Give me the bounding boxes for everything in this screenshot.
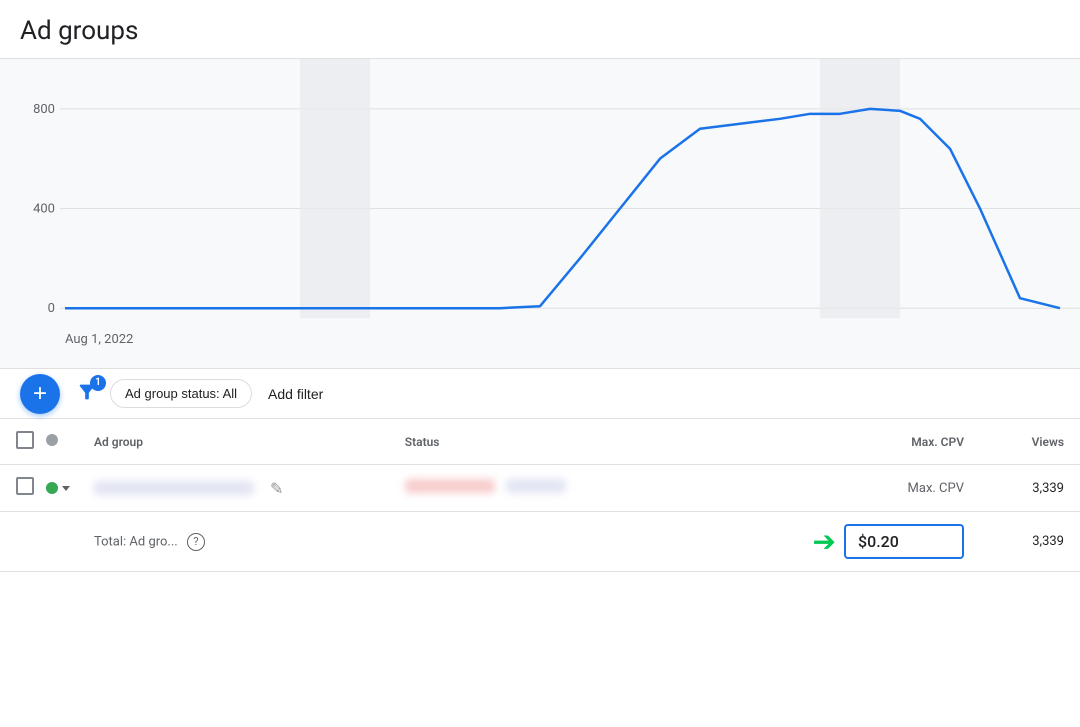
th-views: Views [980, 419, 1080, 465]
table-header-row: Ad group Status Max. CPV Views [0, 419, 1080, 465]
filter-bar: + 1 Ad group status: All Add filter [0, 369, 1080, 419]
svg-text:800: 800 [33, 102, 55, 117]
header-checkbox[interactable] [16, 431, 34, 449]
row-checkbox[interactable] [16, 477, 34, 495]
svg-text:0: 0 [48, 301, 55, 316]
fab-add-button[interactable]: + [20, 374, 60, 414]
header-dot-icon [46, 434, 58, 446]
td-views: 3,339 [980, 465, 1080, 512]
total-td-max-cpv: ➔ $0.20 [660, 512, 980, 572]
ad-group-name-blurred [94, 481, 254, 495]
th-dot [42, 419, 78, 465]
filter-badge: 1 [90, 375, 106, 391]
status-blurred [405, 479, 495, 493]
data-table: Ad group Status Max. CPV Views [0, 419, 1080, 572]
th-max-cpv: Max. CPV [660, 419, 980, 465]
total-td-status [389, 512, 660, 572]
table-wrapper: Ad group Status Max. CPV Views [0, 419, 1080, 572]
status-dropdown[interactable] [46, 482, 74, 494]
green-arrow-icon: ➔ [813, 525, 836, 558]
ad-group-cell: ✎ [94, 479, 373, 498]
total-td-check [0, 512, 42, 572]
svg-text:400: 400 [33, 202, 55, 217]
page-title: Ad groups [20, 16, 1060, 46]
td-status-dot [42, 465, 78, 512]
chart-svg: 800 400 0 Aug 1, 2022 [0, 59, 1080, 368]
td-max-cpv-label: Max. CPV [660, 465, 980, 512]
page-header: Ad groups [0, 0, 1080, 59]
filter-icon-wrap[interactable]: 1 [76, 381, 98, 407]
arrow-wrap: ➔ $0.20 [676, 524, 964, 559]
max-cpv-label: Max. CPV [908, 481, 964, 496]
td-status [389, 465, 660, 512]
chevron-down-icon [62, 486, 70, 491]
td-ad-group: ✎ [78, 465, 389, 512]
add-filter-button[interactable]: Add filter [264, 380, 327, 408]
th-ad-group: Ad group [78, 419, 389, 465]
total-td-dot [42, 512, 78, 572]
chart-area: 800 400 0 Aug 1, 2022 [0, 59, 1080, 369]
table-row: ✎ Max. CPV 3,339 [0, 465, 1080, 512]
green-dot-icon [46, 482, 58, 494]
help-icon[interactable]: ? [187, 533, 205, 551]
th-checkbox [0, 419, 42, 465]
svg-text:Aug 1, 2022: Aug 1, 2022 [65, 332, 133, 347]
total-td-label: Total: Ad gro... ? [78, 512, 389, 572]
highlighted-value[interactable]: $0.20 [844, 524, 964, 559]
total-td-views: 3,339 [980, 512, 1080, 572]
edit-icon[interactable]: ✎ [270, 479, 283, 498]
total-row: Total: Ad gro... ? ➔ $0.20 3,339 [0, 512, 1080, 572]
total-label: Total: Ad gro... [94, 534, 178, 549]
th-status: Status [389, 419, 660, 465]
status-blurred-2 [506, 479, 566, 493]
ad-group-status-filter[interactable]: Ad group status: All [110, 379, 252, 408]
td-checkbox [0, 465, 42, 512]
